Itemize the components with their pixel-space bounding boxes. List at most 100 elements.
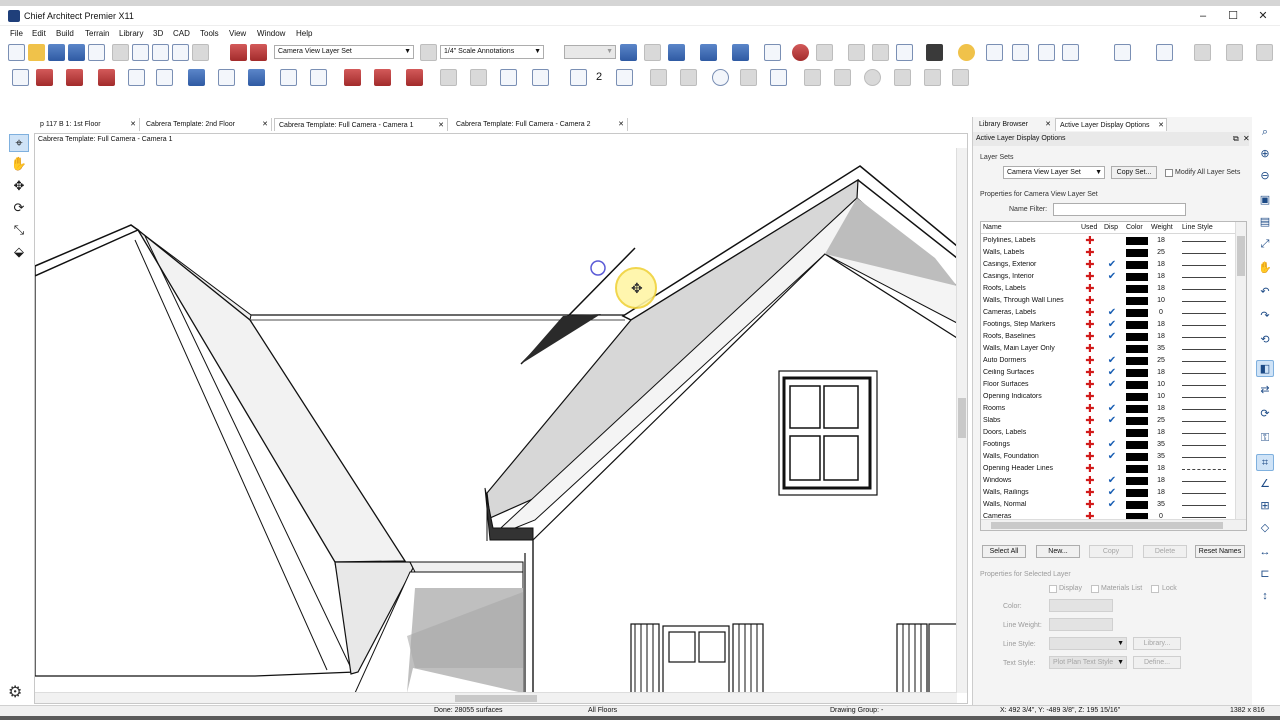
zoom-out-icon[interactable]: ⊖ — [1256, 168, 1274, 185]
table-row[interactable]: Windows ✚ ✔ 18 — [981, 475, 1235, 487]
layout-icon[interactable] — [88, 44, 105, 61]
line-style-sample[interactable] — [1182, 397, 1226, 398]
grid-tool-icon[interactable] — [310, 69, 327, 86]
line-weight[interactable]: 35 — [1151, 501, 1171, 508]
menu-build[interactable]: Build — [56, 29, 74, 38]
rebuild-icon[interactable]: ⟳ — [1256, 406, 1274, 423]
display-check-icon[interactable]: ✔ — [1105, 259, 1119, 271]
used-cross-icon[interactable]: ✚ — [1083, 487, 1097, 499]
color-swatch[interactable] — [1126, 249, 1148, 257]
tab-1st-floor[interactable]: p 117 B 1: 1st Floor ✕ — [36, 118, 140, 131]
color-swatch[interactable] — [1126, 477, 1148, 485]
menu-edit[interactable]: Edit — [32, 29, 46, 38]
used-cross-icon[interactable]: ✚ — [1083, 343, 1097, 355]
line-weight[interactable]: 35 — [1151, 453, 1171, 460]
close-icon[interactable]: ✕ — [618, 118, 624, 131]
3d-view-icon[interactable] — [700, 44, 717, 61]
line-weight[interactable]: 18 — [1151, 369, 1171, 376]
table-row[interactable]: Slabs ✚ ✔ 25 — [981, 415, 1235, 427]
color-swatch[interactable] — [1126, 429, 1148, 437]
line-weight[interactable]: 18 — [1151, 285, 1171, 292]
scroll-thumb[interactable] — [1237, 236, 1245, 276]
line-weight[interactable]: 10 — [1151, 297, 1171, 304]
table-row[interactable]: Walls, Normal ✚ ✔ 35 — [981, 499, 1235, 511]
angle-snap-icon[interactable]: ∠ — [1256, 476, 1274, 493]
used-cross-icon[interactable]: ✚ — [1083, 259, 1097, 271]
save-icon[interactable] — [48, 44, 65, 61]
new-plan-icon[interactable] — [8, 44, 25, 61]
close-button[interactable]: ✕ — [1250, 9, 1276, 23]
walk-icon[interactable]: ⬙ — [9, 244, 29, 262]
col-disp[interactable]: Disp — [1104, 224, 1118, 231]
line-weight[interactable]: 18 — [1151, 405, 1171, 412]
used-cross-icon[interactable]: ✚ — [1083, 295, 1097, 307]
used-cross-icon[interactable]: ✚ — [1083, 331, 1097, 343]
display-check-icon[interactable]: ✔ — [1105, 415, 1119, 427]
railing-tool-icon[interactable] — [66, 69, 83, 86]
minimize-button[interactable]: – — [1190, 9, 1216, 23]
cabinet-tool-icon[interactable] — [98, 69, 115, 86]
material-icon[interactable] — [848, 44, 865, 61]
col-name[interactable]: Name — [983, 224, 1002, 231]
table-row[interactable]: Footings, Step Markers ✚ ✔ 18 — [981, 319, 1235, 331]
select-arrow-icon[interactable] — [12, 69, 29, 86]
line-style-sample[interactable] — [1182, 481, 1226, 482]
line-weight[interactable]: 18 — [1151, 465, 1171, 472]
used-cross-icon[interactable]: ✚ — [1083, 427, 1097, 439]
table-row[interactable]: Walls, Railings ✚ ✔ 18 — [981, 487, 1235, 499]
color-swatch[interactable] — [1126, 285, 1148, 293]
select-all-button[interactable]: Select All — [982, 545, 1026, 558]
line-style-sample[interactable] — [1182, 373, 1226, 374]
line-style-sample[interactable] — [1182, 457, 1226, 458]
rich-text-icon[interactable] — [1226, 44, 1243, 61]
wall-tool-icon[interactable] — [36, 69, 53, 86]
select-objects-icon[interactable] — [192, 44, 209, 61]
move-axis-icon[interactable]: ✥ — [9, 178, 29, 196]
line-style-sample[interactable] — [1182, 433, 1226, 434]
used-cross-icon[interactable]: ✚ — [1083, 451, 1097, 463]
used-cross-icon[interactable]: ✚ — [1083, 283, 1097, 295]
zoom-in-icon[interactable]: ⊕ — [1256, 146, 1274, 163]
table-row[interactable]: Opening Indicators ✚ 10 — [981, 391, 1235, 403]
display-check-icon[interactable]: ✔ — [1105, 475, 1119, 487]
table-row[interactable]: Floor Surfaces ✚ ✔ 10 — [981, 379, 1235, 391]
color-swatch[interactable] — [1126, 501, 1148, 509]
house-icon[interactable] — [896, 44, 913, 61]
line-weight[interactable]: 35 — [1151, 345, 1171, 352]
color-swatch[interactable] — [1126, 453, 1148, 461]
undo-icon[interactable] — [152, 44, 169, 61]
n-tool-icon[interactable] — [712, 69, 729, 86]
line-style-sample[interactable] — [1182, 505, 1226, 506]
expand-icon[interactable]: ⤢ — [1256, 236, 1274, 253]
display-check-icon[interactable]: ✔ — [1105, 319, 1119, 331]
used-cross-icon[interactable]: ✚ — [1083, 475, 1097, 487]
line-style-sample[interactable] — [1182, 253, 1226, 254]
redo-icon[interactable] — [172, 44, 189, 61]
color-swatch[interactable] — [1126, 417, 1148, 425]
object-snap-icon[interactable]: ◇ — [1256, 520, 1274, 537]
used-cross-icon[interactable]: ✚ — [1083, 307, 1097, 319]
sync-icon[interactable]: ⇄ — [1256, 382, 1274, 399]
layer-display-icon[interactable] — [230, 44, 247, 61]
line-style-sample[interactable] — [1182, 289, 1226, 290]
line-weight[interactable]: 18 — [1151, 261, 1171, 268]
layer-set-icon[interactable] — [250, 44, 267, 61]
line-style-sample[interactable] — [1182, 265, 1226, 266]
line-weight[interactable]: 35 — [1151, 441, 1171, 448]
display-check-icon[interactable]: ✔ — [1105, 439, 1119, 451]
close-icon[interactable]: ✕ — [1243, 132, 1250, 146]
color-swatch[interactable] — [1126, 261, 1148, 269]
line-style-sample[interactable] — [1182, 421, 1226, 422]
line-weight[interactable]: 18 — [1151, 321, 1171, 328]
sphere-icon[interactable] — [872, 44, 889, 61]
dimension-tool-icon[interactable] — [156, 69, 173, 86]
line-style-sample[interactable] — [1182, 349, 1226, 350]
viewport-vertical-scrollbar[interactable] — [956, 148, 967, 693]
line-style-sample[interactable] — [1182, 517, 1226, 518]
layer-table-horizontal-scrollbar[interactable] — [981, 519, 1246, 530]
material-painter-icon[interactable] — [986, 44, 1003, 61]
menu-window[interactable]: Window — [257, 29, 285, 38]
table-row[interactable]: Polylines, Labels ✚ 18 — [981, 235, 1235, 247]
framing-tool-icon[interactable] — [280, 69, 297, 86]
tab-2nd-floor[interactable]: Cabrera Template: 2nd Floor ✕ — [142, 118, 272, 131]
